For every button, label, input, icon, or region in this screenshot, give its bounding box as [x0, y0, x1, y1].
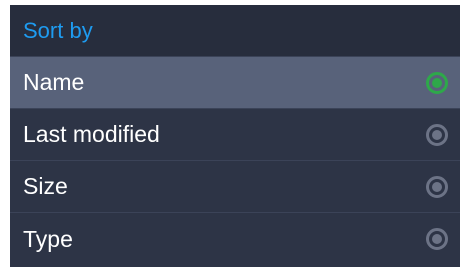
- sort-option-type[interactable]: Type: [10, 213, 460, 265]
- option-label: Last modified: [23, 121, 160, 147]
- sort-by-dialog: Sort by Name Last modified Size Type: [10, 5, 460, 267]
- sort-option-name[interactable]: Name: [10, 57, 460, 109]
- radio-dot: [432, 77, 442, 88]
- radio-unchecked-icon[interactable]: [426, 228, 448, 250]
- radio-unchecked-icon[interactable]: [426, 175, 448, 198]
- radio-unchecked-icon[interactable]: [426, 123, 448, 146]
- option-label: Type: [23, 225, 73, 252]
- option-label: Name: [23, 69, 85, 95]
- radio-dot: [432, 234, 442, 244]
- radio-dot: [432, 181, 442, 192]
- option-label: Size: [23, 173, 68, 199]
- sort-option-last-modified[interactable]: Last modified: [10, 109, 460, 161]
- radio-dot: [432, 129, 442, 140]
- sort-option-size[interactable]: Size: [10, 161, 460, 213]
- radio-checked-icon[interactable]: [426, 71, 448, 94]
- dialog-title: Sort by: [10, 5, 460, 57]
